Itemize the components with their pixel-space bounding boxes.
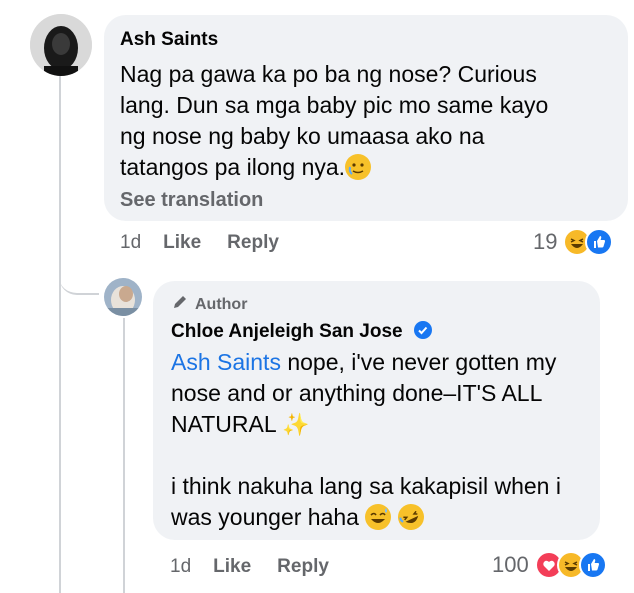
comment-actions: 1d Like Reply [120, 232, 305, 254]
reply-like-button[interactable]: Like [213, 556, 251, 578]
comment-bubble: Ash Saints Nag pa gawa ka po ba ng nose?… [104, 15, 628, 221]
like-button[interactable]: Like [163, 232, 201, 254]
reply-line: i think nakuha lang sa kakapisil when i [171, 473, 561, 499]
comment-text: Nag pa gawa ka po ba ng nose? Curious la… [120, 59, 620, 183]
avatar-ash-saints[interactable] [30, 14, 92, 76]
comment-line: tatangos pa ilong nya. [120, 154, 346, 180]
comment-line: ng nose ng baby ko umaasa ako na [120, 123, 485, 149]
reaction-count: 100 [492, 552, 529, 577]
reply-line-first: Ash Saints nope, i've never gotten my [171, 347, 591, 378]
sweat-smile-emoji-icon [365, 504, 392, 530]
reply-text: Ash Saints nope, i've never gotten my no… [171, 347, 591, 535]
avatar-chloe[interactable] [104, 278, 142, 316]
rofl-emoji-icon [393, 499, 429, 535]
reply-line-last: was younger haha [171, 499, 591, 535]
avatar-image [30, 14, 92, 76]
thread-connector [59, 255, 99, 295]
mention-link[interactable]: Ash Saints [171, 349, 281, 375]
reply-line: was younger haha [171, 504, 366, 530]
reply-reply-button[interactable]: Reply [277, 556, 329, 578]
like-icon [578, 551, 607, 579]
reply-reactions[interactable]: 100 [492, 551, 607, 579]
reply-thread-line [123, 318, 125, 593]
verified-badge-icon [413, 321, 432, 339]
author-badge-label: Author [195, 295, 248, 313]
reaction-count: 19 [533, 229, 558, 254]
comment-line: Nag pa gawa ka po ba ng nose? Curious [120, 61, 537, 87]
see-translation-link[interactable]: See translation [120, 189, 263, 212]
reply-actions: 1d Like Reply [170, 556, 355, 578]
reply-button[interactable]: Reply [227, 232, 279, 254]
comment-author-name[interactable]: Ash Saints [120, 29, 218, 51]
reply-line: nope, i've never gotten my [280, 349, 557, 375]
avatar-image [104, 278, 142, 316]
thread-line [59, 70, 61, 593]
reply-author-row: Chloe Anjeleigh San Jose [171, 321, 432, 343]
reply-bubble: Author Chloe Anjeleigh San Jose Ash Sain… [153, 281, 600, 540]
comment-timestamp[interactable]: 1d [120, 232, 141, 254]
reply-line: nose and or anything done–IT'S ALL [171, 380, 543, 406]
comment-reactions[interactable]: 19 [533, 228, 614, 256]
author-badge: Author [171, 293, 247, 316]
comment-line-last: tatangos pa ilong nya. [120, 152, 620, 183]
sparkles-icon: ✨ [282, 412, 310, 437]
reply-line-natural: NATURAL ✨ [171, 409, 591, 440]
pencil-icon [171, 293, 189, 316]
reply-author-name[interactable]: Chloe Anjeleigh San Jose [171, 321, 403, 342]
like-icon [585, 228, 614, 256]
comment-line: lang. Dun sa mga baby pic mo same kayo [120, 92, 549, 118]
reply-timestamp[interactable]: 1d [170, 556, 191, 578]
crying-smile-emoji-icon [345, 154, 372, 180]
reply-line: NATURAL [171, 411, 283, 437]
